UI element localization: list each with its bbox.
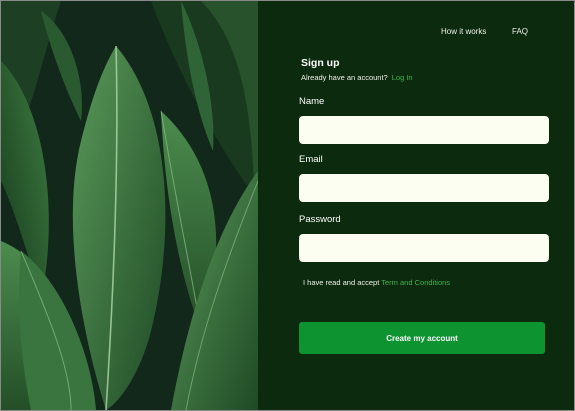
nav-how-it-works[interactable]: How it works — [441, 27, 486, 36]
name-input[interactable] — [299, 116, 549, 144]
password-label: Password — [299, 214, 341, 225]
leaves-image — [1, 1, 258, 410]
email-label: Email — [299, 154, 323, 165]
signup-panel: How it works FAQ Sign up Already have an… — [258, 1, 574, 410]
create-account-button[interactable]: Create my account — [299, 322, 545, 354]
login-prompt-text: Already have an account? — [301, 73, 388, 82]
login-link[interactable]: Log In — [392, 73, 413, 82]
form-title: Sign up — [301, 57, 340, 69]
password-input[interactable] — [299, 234, 549, 262]
name-label: Name — [299, 96, 325, 107]
terms-text: I have read and accept Term and Conditio… — [303, 278, 450, 287]
login-prompt: Already have an account? Log In — [301, 73, 413, 82]
signup-page: How it works FAQ Sign up Already have an… — [0, 0, 575, 411]
nav-faq[interactable]: FAQ — [512, 27, 528, 36]
terms-link[interactable]: Term and Conditions — [381, 278, 450, 287]
terms-prefix: I have read and accept — [303, 278, 380, 287]
email-input[interactable] — [299, 174, 549, 202]
leaves-photo — [1, 1, 258, 410]
top-nav: How it works FAQ — [258, 27, 574, 39]
